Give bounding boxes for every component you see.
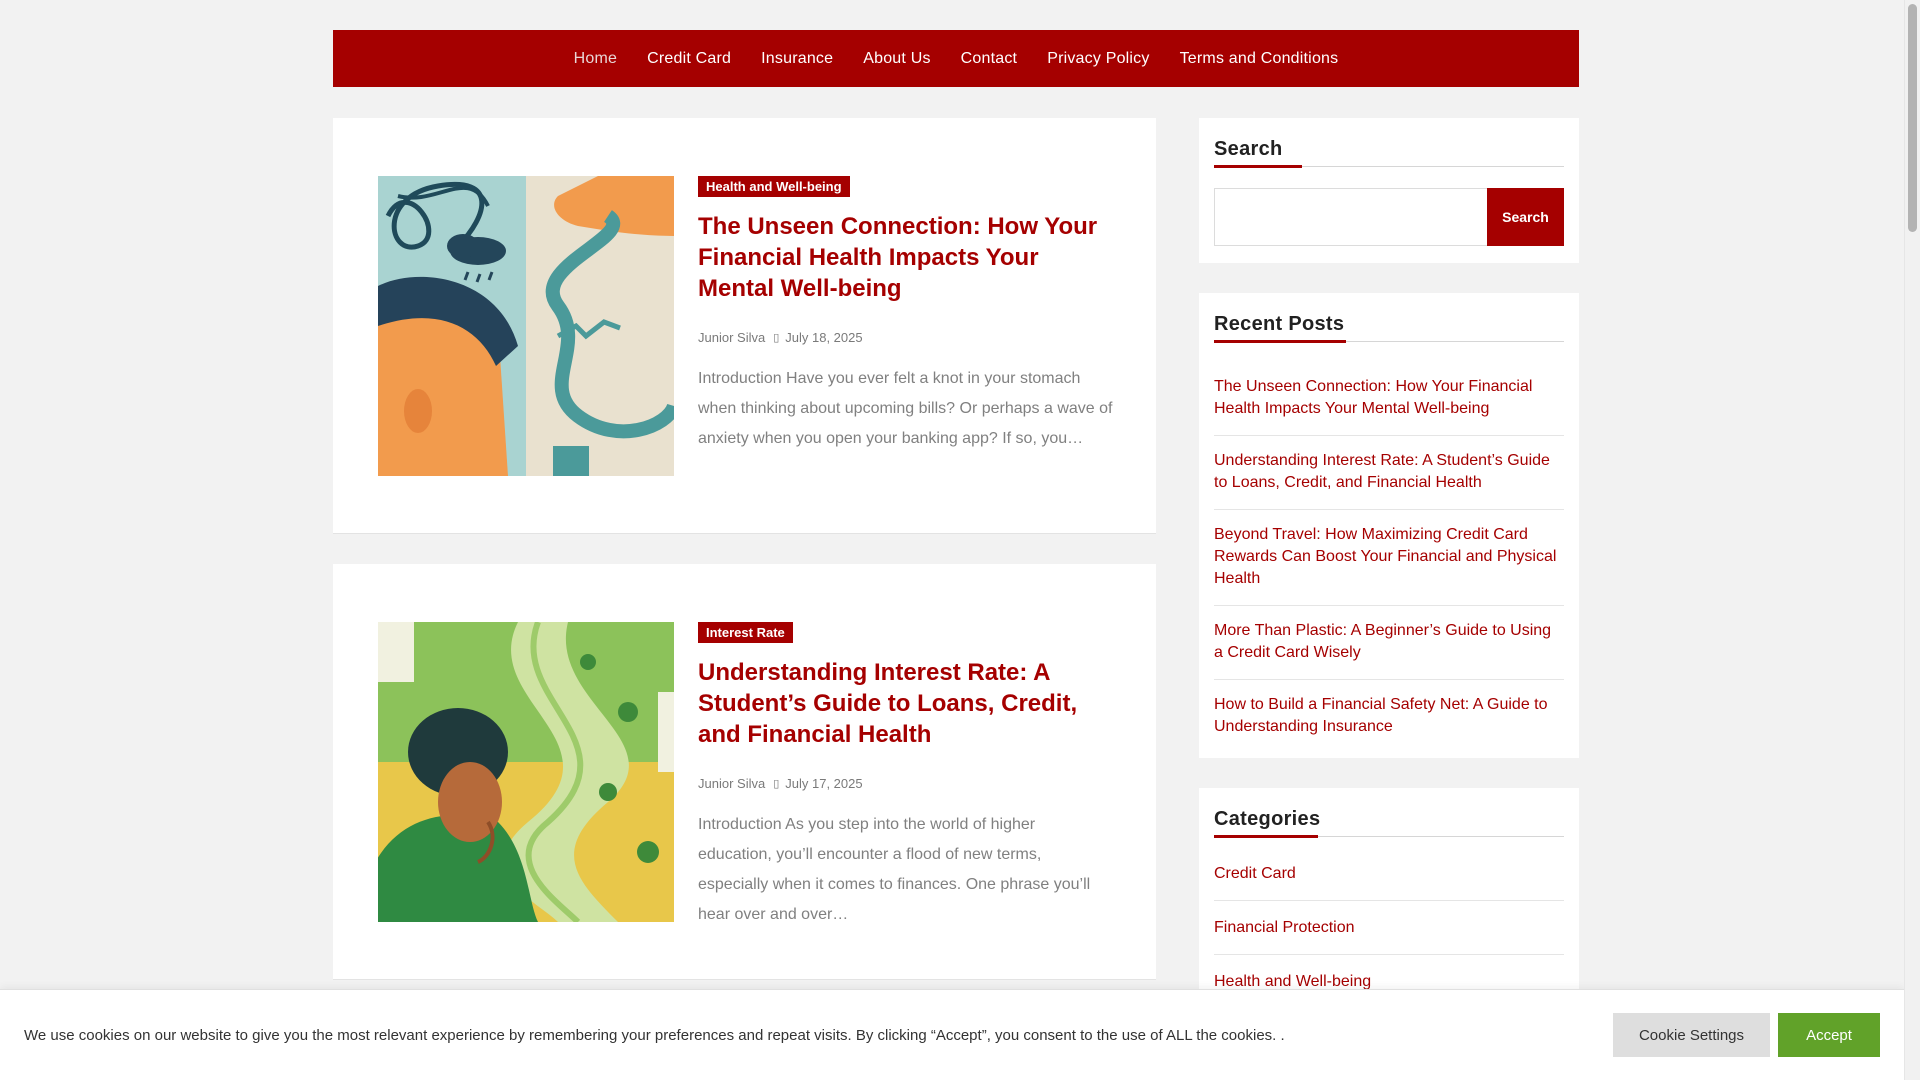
nav-contact[interactable]: Contact <box>946 30 1033 87</box>
categories-list: Credit Card Financial Protection Health … <box>1214 847 1564 1009</box>
post-author[interactable]: Junior Silva <box>698 330 765 345</box>
recent-posts-widget: Recent Posts The Unseen Connection: How … <box>1199 293 1579 758</box>
recent-post-link[interactable]: More Than Plastic: A Beginner’s Guide to… <box>1214 606 1564 680</box>
recent-post-link[interactable]: The Unseen Connection: How Your Financia… <box>1214 362 1564 436</box>
category-badge[interactable]: Interest Rate <box>698 622 793 643</box>
post-card: Interest Rate Understanding Interest Rat… <box>333 564 1156 980</box>
page-scrollbar[interactable] <box>1904 0 1920 1080</box>
category-badge[interactable]: Health and Well-being <box>698 176 850 197</box>
recent-post-link[interactable]: Beyond Travel: How Maximizing Credit Car… <box>1214 510 1564 606</box>
post-thumbnail[interactable] <box>378 622 674 922</box>
cookie-consent-bar: We use cookies on our website to give yo… <box>0 989 1904 1080</box>
title-underline <box>1214 165 1302 168</box>
widget-title: Search <box>1214 138 1564 168</box>
category-link[interactable]: Financial Protection <box>1214 901 1564 955</box>
post-meta: Junior Silva ▯ July 18, 2025 <box>698 330 1113 345</box>
calendar-icon: ▯ <box>773 332 780 344</box>
recent-post-link[interactable]: How to Build a Financial Safety Net: A G… <box>1214 680 1564 753</box>
post-title[interactable]: The Unseen Connection: How Your Financia… <box>698 211 1113 304</box>
search-widget: Search Search <box>1199 118 1579 263</box>
nav-home[interactable]: Home <box>559 30 632 87</box>
post-excerpt: Introduction Have you ever felt a knot i… <box>698 370 1113 447</box>
cookie-accept-button[interactable]: Accept <box>1778 1013 1880 1057</box>
financial-mental-health-illustration <box>378 176 674 476</box>
main-navbar: Home Credit Card Insurance About Us Cont… <box>333 30 1579 87</box>
post-excerpt: Introduction As you step into the world … <box>698 816 1091 923</box>
post-author[interactable]: Junior Silva <box>698 776 765 791</box>
search-button[interactable]: Search <box>1487 188 1564 246</box>
title-underline <box>1214 340 1346 343</box>
calendar-icon: ▯ <box>773 778 780 790</box>
cookie-message: We use cookies on our website to give yo… <box>24 1026 1285 1044</box>
post-meta: Junior Silva ▯ July 17, 2025 <box>698 776 1113 791</box>
nav-credit-card[interactable]: Credit Card <box>632 30 746 87</box>
scrollbar-thumb[interactable] <box>1908 4 1917 232</box>
recent-post-link[interactable]: Understanding Interest Rate: A Student’s… <box>1214 436 1564 510</box>
post-thumbnail[interactable] <box>378 176 674 476</box>
title-underline <box>1214 835 1318 838</box>
widget-title: Recent Posts <box>1214 313 1564 343</box>
nav-about-us[interactable]: About Us <box>848 30 945 87</box>
search-input[interactable] <box>1214 188 1487 246</box>
widget-title-text: Recent Posts <box>1214 313 1345 335</box>
nav-terms-and-conditions[interactable]: Terms and Conditions <box>1165 30 1354 87</box>
post-date[interactable]: July 18, 2025 <box>785 330 862 345</box>
post-card: Health and Well-being The Unseen Connect… <box>333 118 1156 534</box>
interest-rate-illustration <box>378 622 674 922</box>
widget-title-text: Categories <box>1214 808 1321 830</box>
widget-title: Categories <box>1214 808 1564 838</box>
category-link[interactable]: Credit Card <box>1214 847 1564 901</box>
post-title[interactable]: Understanding Interest Rate: A Student’s… <box>698 657 1113 750</box>
cookie-settings-button[interactable]: Cookie Settings <box>1613 1013 1770 1057</box>
nav-insurance[interactable]: Insurance <box>746 30 848 87</box>
widget-title-text: Search <box>1214 138 1283 160</box>
nav-privacy-policy[interactable]: Privacy Policy <box>1032 30 1164 87</box>
post-date[interactable]: July 17, 2025 <box>785 776 862 791</box>
recent-posts-list: The Unseen Connection: How Your Financia… <box>1214 362 1564 753</box>
search-form: Search <box>1214 188 1564 246</box>
